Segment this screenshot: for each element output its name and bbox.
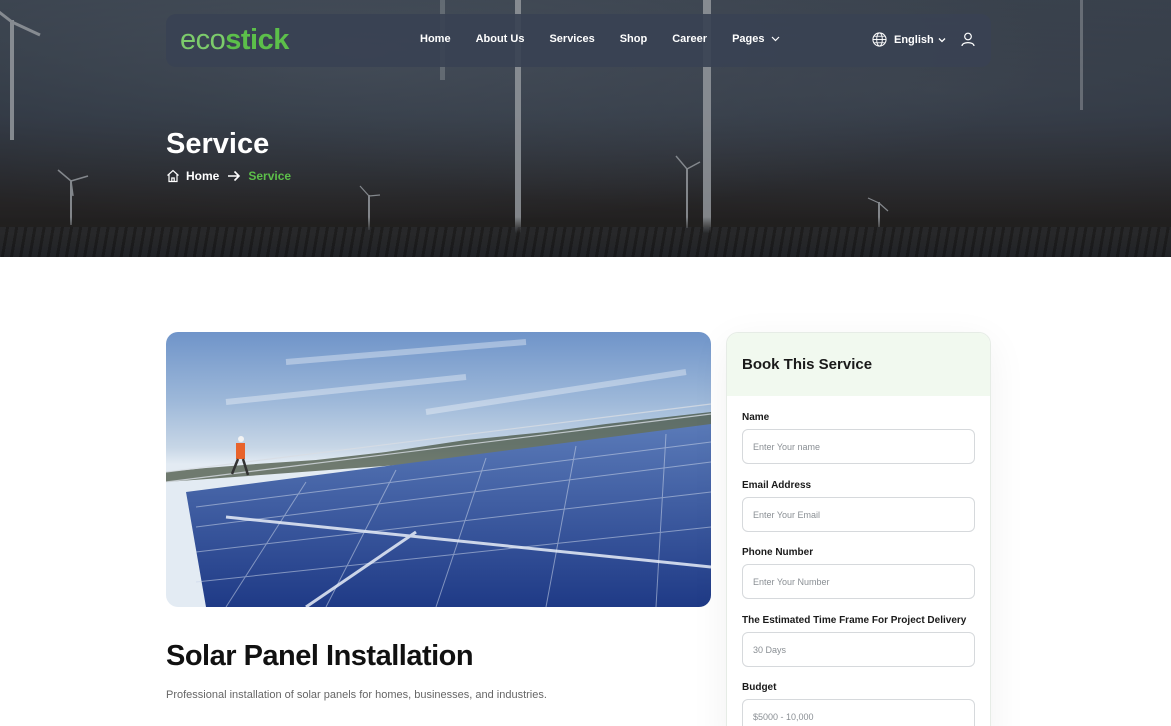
phone-field-group: Phone Number [742, 547, 975, 599]
booking-form-card: Book This Service Name Email Address Pho… [726, 332, 991, 726]
language-label: English [894, 33, 934, 46]
globe-icon [872, 32, 887, 47]
nav-item-career[interactable]: Career [672, 33, 707, 45]
logo-text-eco: eco [180, 24, 226, 56]
name-label: Name [742, 412, 770, 423]
ecostick-logo[interactable]: ecostick [180, 24, 289, 57]
logo-text-stick: stick [225, 24, 289, 56]
phone-input[interactable] [742, 564, 975, 599]
solar-panels-photo [166, 339, 711, 607]
email-label: Email Address [742, 480, 812, 491]
home-icon [167, 169, 179, 183]
name-input[interactable] [742, 429, 975, 464]
nav-item-about-us[interactable]: About Us [476, 33, 525, 45]
breadcrumb-home-link[interactable]: Home [186, 169, 219, 183]
page-title: Service [166, 128, 270, 160]
nav-item-pages-label: Pages [732, 33, 765, 45]
nav-item-services[interactable]: Services [549, 33, 594, 45]
booking-title: Book This Service [742, 356, 873, 373]
booking-header: Book This Service [727, 333, 990, 396]
user-icon [961, 32, 975, 47]
service-title: Solar Panel Installation [166, 640, 474, 672]
nav-item-shop[interactable]: Shop [620, 33, 648, 45]
language-selector[interactable]: English [872, 32, 946, 47]
budget-label: Budget [742, 682, 777, 693]
email-field-group: Email Address [742, 480, 975, 532]
email-input[interactable] [742, 497, 975, 532]
main-navbar: ecostick Home About Us Services Shop Car… [166, 14, 991, 67]
arrow-right-icon [228, 170, 241, 182]
nav-menu: Home About Us Services Shop Career Pages [420, 33, 805, 45]
service-image [166, 332, 711, 607]
name-field-group: Name [742, 412, 975, 464]
budget-field-group: Budget [742, 682, 975, 726]
chevron-down-icon [771, 36, 779, 42]
nav-item-home[interactable]: Home [420, 33, 451, 45]
timeframe-field-group: The Estimated Time Frame For Project Del… [742, 615, 975, 667]
chevron-down-icon [938, 37, 946, 42]
timeframe-input[interactable] [742, 632, 975, 667]
phone-label: Phone Number [742, 547, 814, 558]
user-account-button[interactable] [961, 32, 975, 52]
timeframe-label: The Estimated Time Frame For Project Del… [742, 615, 967, 626]
budget-input[interactable] [742, 699, 975, 726]
breadcrumb-current: Service [248, 169, 292, 183]
breadcrumb: Home Service [166, 169, 291, 183]
nav-item-pages[interactable]: Pages [732, 33, 779, 45]
service-description: Professional installation of solar panel… [166, 689, 547, 701]
